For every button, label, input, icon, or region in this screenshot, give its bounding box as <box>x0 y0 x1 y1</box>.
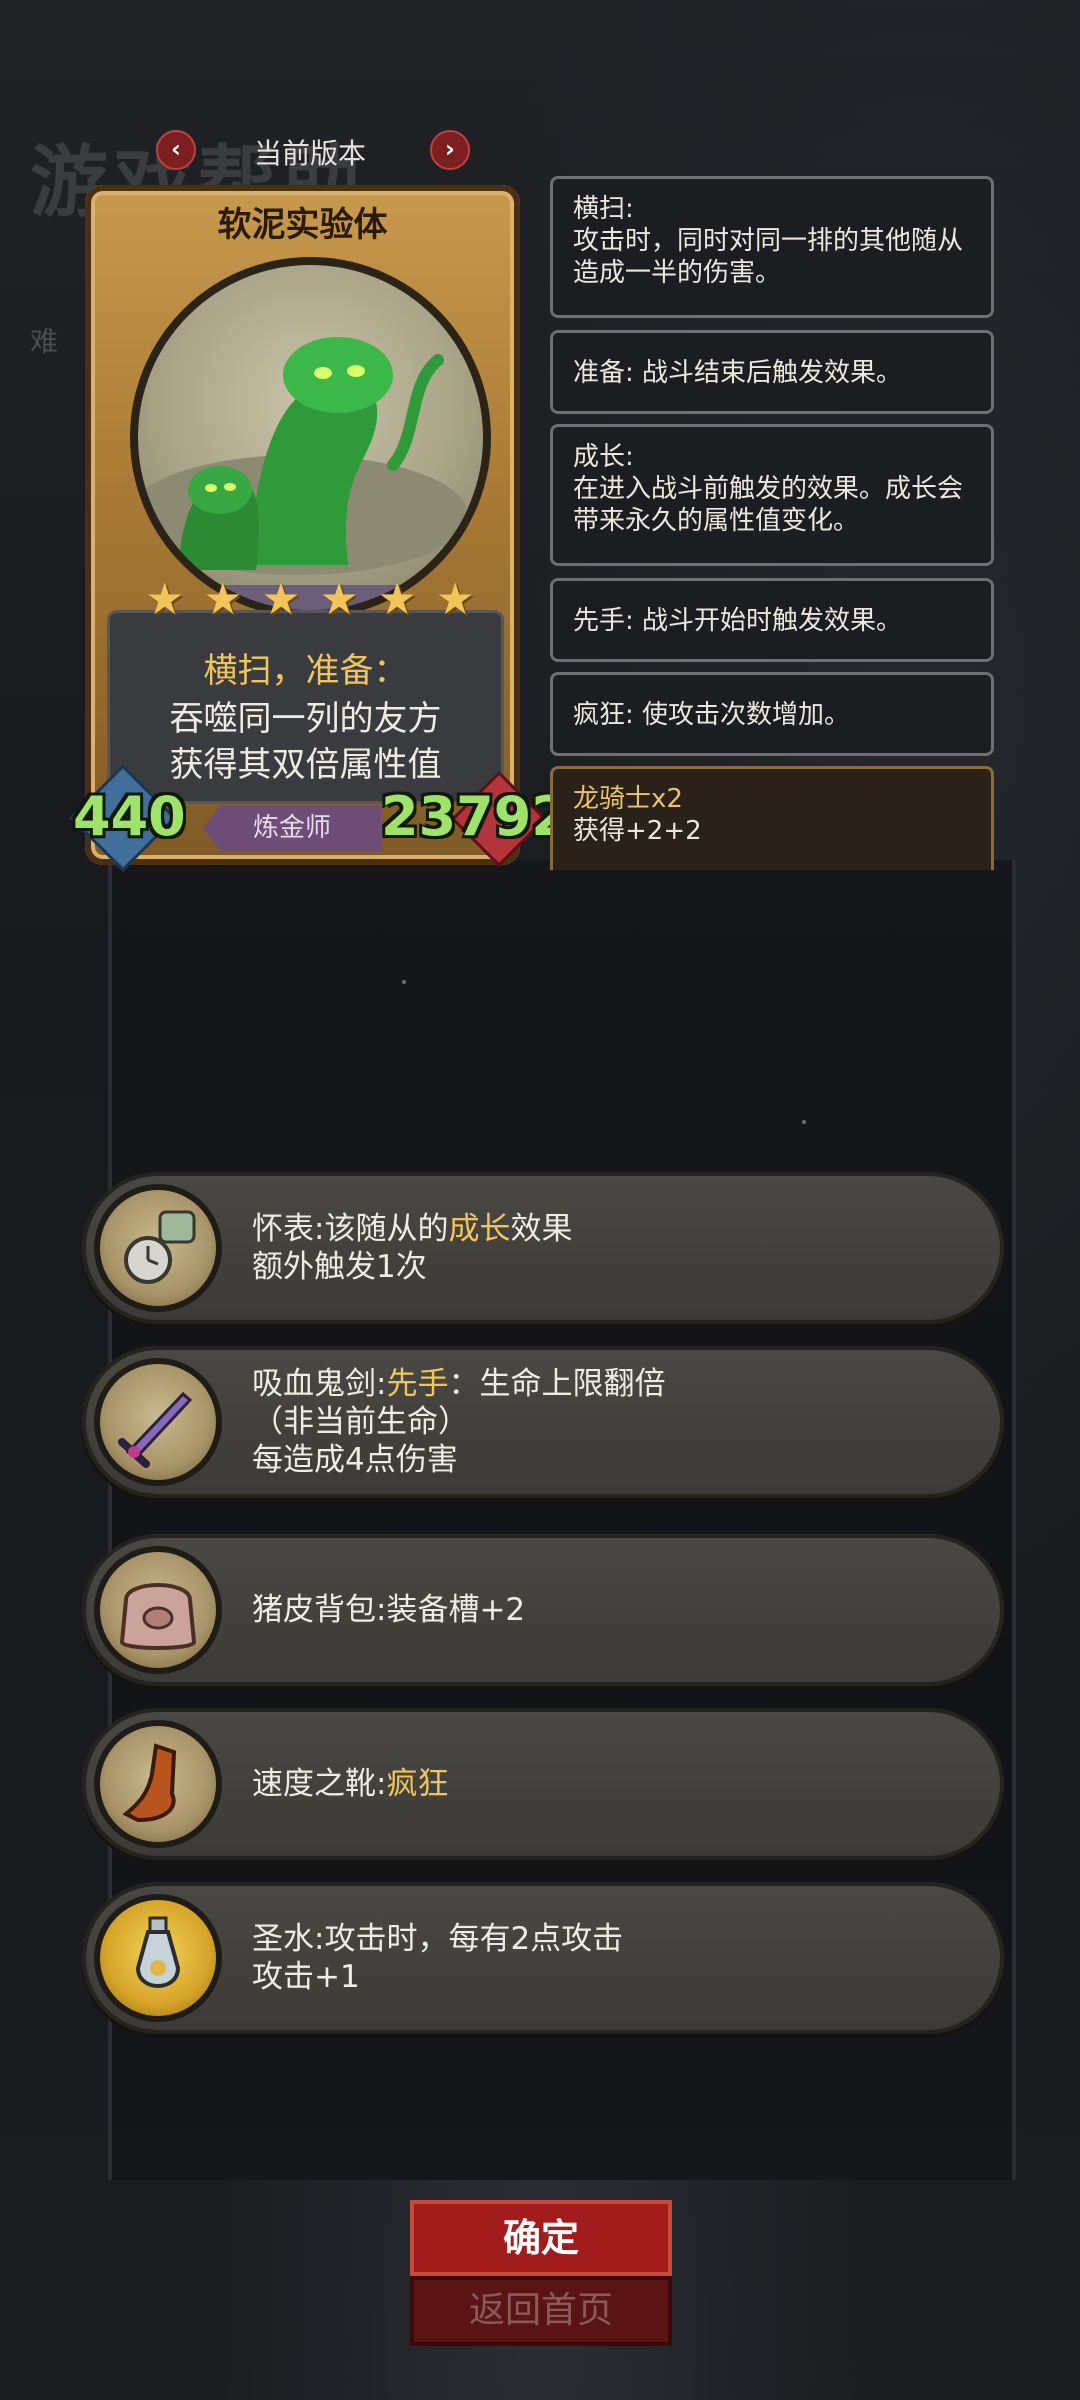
vampire-sword-icon <box>94 1358 222 1486</box>
item-row-speed-boots[interactable]: 速度之靴:疯狂 <box>82 1708 1004 1860</box>
ability-box: 横扫，准备： 吞噬同一列的友方 获得其双倍属性值 <box>107 610 504 804</box>
glossary-growth: 成长: 在进入战斗前触发的效果。成长会 带来永久的属性值变化。 <box>550 424 994 566</box>
health-value: 23792 <box>381 785 569 848</box>
item-row-vampire-sword[interactable]: 吸血鬼剑:先手：生命上限翻倍 （非当前生命） 每造成4点伤害 <box>82 1346 1004 1498</box>
ability-line-1: 吞噬同一列的友方 <box>169 699 442 739</box>
star-icon: ★ <box>319 574 359 625</box>
glossary-frenzy: 疯狂: 使攻击次数增加。 <box>550 672 994 756</box>
item-keyword: 疯狂 <box>386 1766 449 1802</box>
glossary-title: 准备: 战斗结束后触发效果。 <box>573 358 903 388</box>
item-desc-line2: （非当前生命） <box>252 1404 469 1440</box>
item-text: 速度之靴:疯狂 <box>252 1708 972 1860</box>
glossary-body: 带来永久的属性值变化。 <box>573 506 860 536</box>
card-name: 软泥实验体 <box>217 205 388 245</box>
item-name: 猪皮背包: <box>252 1592 387 1628</box>
pocket-watch-icon <box>94 1184 222 1312</box>
item-desc: ：生命上限翻倍 <box>448 1366 666 1402</box>
background-side-label: 难 <box>30 325 59 358</box>
item-text: 猪皮背包:装备槽+2 <box>252 1534 972 1686</box>
glossary-first-strike: 先手: 战斗开始时触发效果。 <box>550 578 994 662</box>
item-text: 怀表:该随从的成长效果 额外触发1次 <box>252 1172 972 1324</box>
item-name: 速度之靴: <box>252 1766 387 1802</box>
chevron-right-icon: › <box>445 135 455 163</box>
star-icon: ★ <box>261 574 301 625</box>
slime-portrait <box>130 257 491 618</box>
prev-version-button[interactable]: ‹ <box>156 130 196 170</box>
glossary-body: 攻击时，同时对同一排的其他随从 <box>573 226 964 256</box>
glossary-title: 成长: <box>573 442 634 472</box>
item-text: 圣水:攻击时，每有2点攻击 攻击+1 <box>252 1882 972 2034</box>
item-row-holy-water[interactable]: 圣水:攻击时，每有2点攻击 攻击+1 <box>82 1882 1004 2034</box>
ability-line-2: 获得其双倍属性值 <box>169 745 442 785</box>
item-name: 吸血鬼剑: <box>252 1366 387 1402</box>
star-rating: ★ ★ ★ ★ ★ ★ <box>145 577 475 623</box>
glossary-title: 先手: 战斗开始时触发效果。 <box>573 606 903 636</box>
item-name: 圣水: <box>252 1921 325 1957</box>
glossary-title: 疯狂: 使攻击次数增加。 <box>573 700 851 730</box>
return-home-button[interactable]: 返回首页 <box>410 2276 672 2346</box>
item-row-pigskin-backpack[interactable]: 猪皮背包:装备槽+2 <box>82 1534 1004 1686</box>
chevron-left-icon: ‹ <box>171 135 181 163</box>
glossary-dragon-knight: 龙骑士x2 获得+2+2 <box>550 766 994 870</box>
glossary-body: 在进入战斗前触发的效果。成长会 <box>573 474 964 504</box>
speed-boots-icon <box>94 1720 222 1848</box>
item-desc: 效果 <box>510 1211 573 1247</box>
item-name: 怀表: <box>252 1211 325 1247</box>
unit-card[interactable]: 软泥实验体 横扫，准备： 吞噬同一列的友方 获得其双倍属性值 ★ ★ ★ ★ ★… <box>69 185 569 872</box>
pigskin-backpack-icon <box>94 1546 222 1674</box>
item-desc-line2: 额外触发1次 <box>252 1249 427 1285</box>
star-icon: ★ <box>203 574 243 625</box>
glossary-sweep: 横扫: 攻击时，同时对同一排的其他随从 造成一半的伤害。 <box>550 176 994 318</box>
glossary-body: 获得+2+2 <box>573 816 702 846</box>
version-switcher: ‹ 当前版本 › <box>150 128 470 172</box>
item-text: 吸血鬼剑:先手：生命上限翻倍 （非当前生命） 每造成4点伤害 <box>252 1346 972 1498</box>
star-icon: ★ <box>377 574 417 625</box>
item-keyword: 先手 <box>386 1366 449 1402</box>
item-desc: 攻击时，每有2点攻击 <box>324 1921 624 1957</box>
glossary-prepare: 准备: 战斗结束后触发效果。 <box>550 330 994 414</box>
glossary-body: 造成一半的伤害。 <box>573 258 782 288</box>
item-desc: 该随从的 <box>324 1211 449 1247</box>
glossary-title: 横扫: <box>573 194 634 224</box>
star-icon: ★ <box>145 574 185 625</box>
class-tag: 炼金师 <box>203 805 381 851</box>
next-version-button[interactable]: › <box>430 130 470 170</box>
item-desc-line2: 攻击+1 <box>252 1959 360 1995</box>
ability-keywords: 横扫，准备： <box>203 651 408 691</box>
item-desc-line3: 每造成4点伤害 <box>252 1442 458 1478</box>
confirm-button[interactable]: 确定 <box>410 2200 672 2276</box>
item-desc: 装备槽+2 <box>386 1592 526 1628</box>
item-keyword: 成长 <box>448 1211 511 1247</box>
glossary-title: 龙骑士x2 <box>573 784 683 814</box>
item-row-pocket-watch[interactable]: 怀表:该随从的成长效果 额外触发1次 <box>82 1172 1004 1324</box>
attack-value: 440 <box>73 785 186 848</box>
version-label: 当前版本 <box>253 137 366 170</box>
star-icon: ★ <box>435 574 475 625</box>
holy-water-icon <box>94 1894 222 2022</box>
